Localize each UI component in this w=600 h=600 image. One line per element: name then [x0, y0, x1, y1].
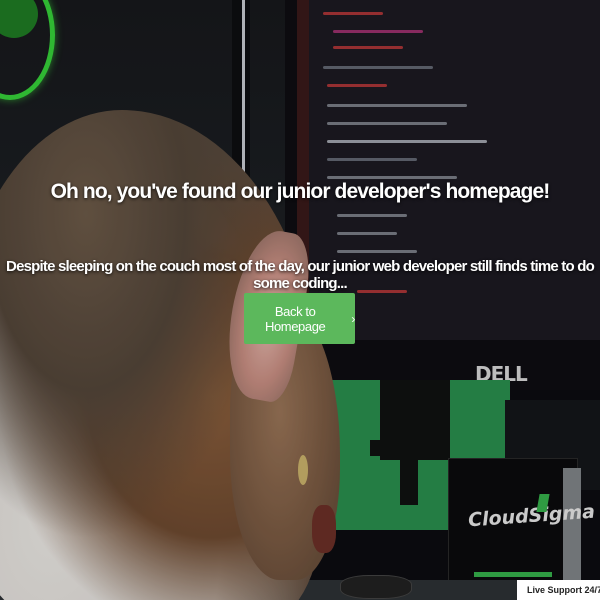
live-support-widget[interactable]: Live Support 24/7: [517, 580, 600, 600]
live-support-label: Live Support 24/7: [527, 585, 600, 595]
page-subheadline: Despite sleeping on the couch most of th…: [6, 258, 595, 292]
back-to-homepage-label: Back to Homepage: [264, 303, 326, 334]
chevron-right-icon: ›: [351, 311, 355, 326]
back-to-homepage-button[interactable]: Back to Homepage ›: [244, 293, 355, 344]
page-headline: Oh no, you've found our junior developer…: [50, 180, 551, 203]
error-page: DELL CloudSigma Oh no, you've found our …: [0, 0, 600, 600]
